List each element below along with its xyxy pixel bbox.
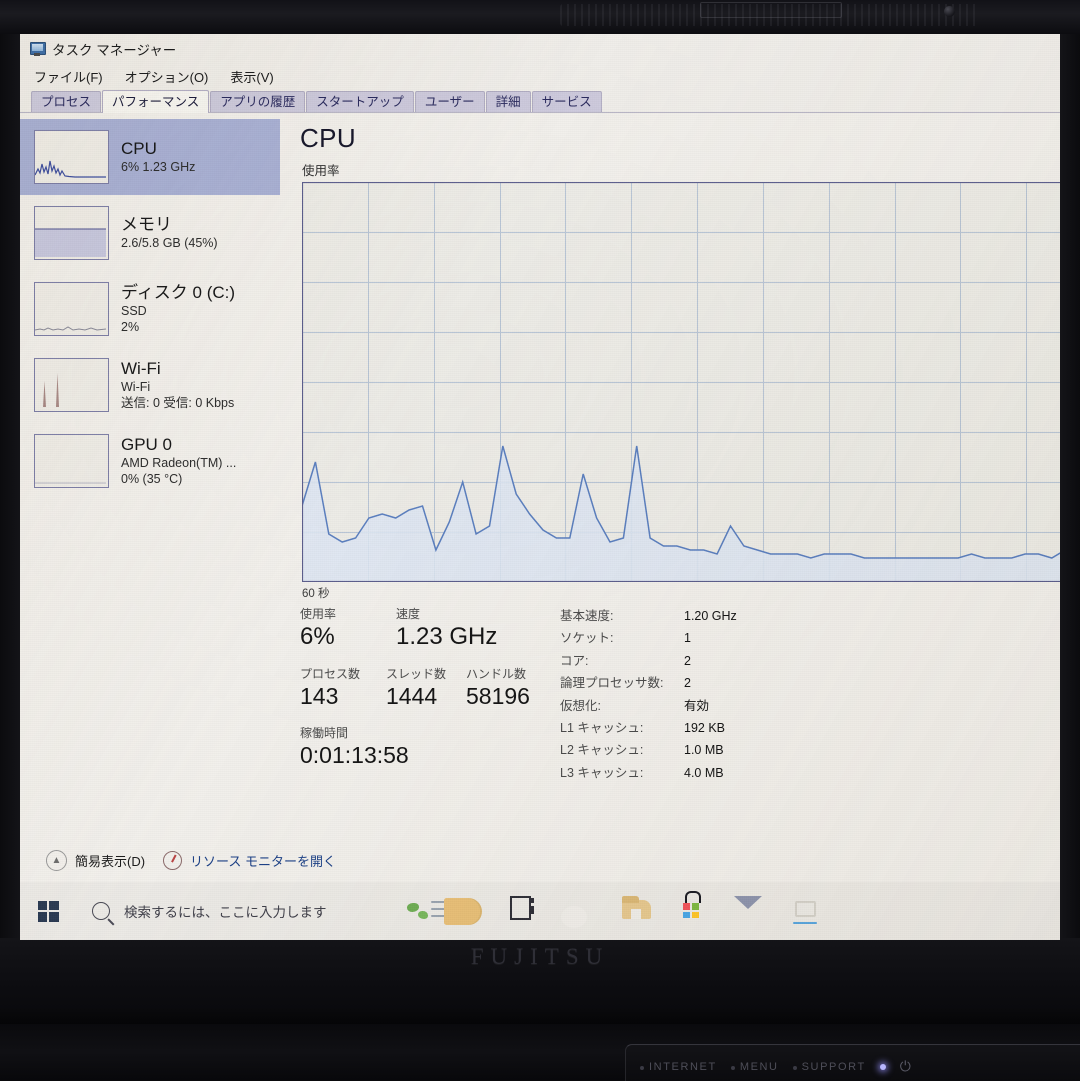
stat-processes: プロセス数 143 bbox=[300, 667, 361, 710]
sidebar-cpu-sub: 6% 1.23 GHz bbox=[121, 159, 196, 174]
window-title: タスク マネージャー bbox=[52, 43, 177, 58]
sidebar-disk-sub2: 2% bbox=[121, 319, 140, 334]
spec-base-speed: 基本速度: 1.20 GHz bbox=[560, 609, 737, 623]
stat-utilization: 使用率 6% bbox=[300, 607, 337, 650]
news-weather-icon[interactable] bbox=[404, 896, 484, 926]
sidebar-disk-title: ディスク 0 (C:) bbox=[121, 282, 236, 302]
tab-details[interactable]: 詳細 bbox=[485, 91, 531, 112]
sidebar-wifi-title: Wi-Fi bbox=[121, 358, 161, 378]
cpu-detail-panel: CPU 使用率 60 秒 使用率 6% 速度 1.23 GHz プロセス数 14… bbox=[292, 113, 1060, 833]
tab-users[interactable]: ユーザー bbox=[414, 91, 485, 112]
laptop-top-bezel bbox=[0, 0, 1080, 34]
sidebar-item-memory[interactable]: メモリ 2.6/5.8 GB (45%) bbox=[20, 195, 280, 271]
hotkey-internet[interactable]: INTERNET bbox=[640, 1061, 717, 1073]
task-view-icon[interactable] bbox=[510, 896, 540, 926]
window-titlebar: タスク マネージャー bbox=[20, 34, 1060, 64]
taskbar-icons bbox=[392, 891, 820, 926]
tab-app-history[interactable]: アプリの履歴 bbox=[210, 91, 306, 112]
cpu-usage-chart-svg bbox=[302, 182, 1060, 582]
sidebar-wifi-sub: Wi-Fi bbox=[121, 379, 151, 394]
hotkey-menu[interactable]: MENU bbox=[730, 1061, 779, 1073]
cpu-spec-list: 基本速度: 1.20 GHz ソケット: 1 コア: 2 論理プロセッサ数: 2 仮想化… bbox=[560, 605, 737, 784]
stat-handles: ハンドル数 58196 bbox=[466, 667, 530, 710]
power-button-icon[interactable]: ⏻ bbox=[900, 1058, 913, 1075]
wifi-mini-graph bbox=[34, 358, 109, 412]
hotkey-support[interactable]: SUPPORT bbox=[792, 1061, 866, 1073]
laptop-screen: タスク マネージャー ファイル(F) オプション(O) 表示(V) プロセス パ… bbox=[20, 34, 1060, 940]
sidebar-memory-title: メモリ bbox=[121, 215, 172, 235]
sidebar-memory-sub: 2.6/5.8 GB (45%) bbox=[121, 235, 218, 250]
menu-options[interactable]: オプション(O) bbox=[125, 67, 209, 86]
cpu-stats-left: 使用率 6% 速度 1.23 GHz プロセス数 143 スレッド数 1444 … bbox=[300, 605, 532, 784]
menu-bar: ファイル(F) オプション(O) 表示(V) bbox=[20, 64, 1060, 89]
tab-performance[interactable]: パフォーマンス bbox=[102, 90, 210, 113]
windows-taskbar: 検索するには、ここに入力します bbox=[20, 882, 1060, 940]
spec-l2-cache: L2 キャッシュ: 1.0 MB bbox=[560, 743, 724, 758]
start-button[interactable] bbox=[20, 900, 76, 922]
menu-view[interactable]: 表示(V) bbox=[230, 67, 273, 86]
resource-sidebar: CPU 6% 1.23 GHz メモリ 2.6/5.8 GB (45%) ディス… bbox=[20, 113, 280, 839]
window-status-bar: ▲ 簡易表示(D) リソース モニターを開く bbox=[20, 837, 1060, 883]
microsoft-store-icon[interactable] bbox=[678, 891, 708, 926]
taskbar-search-box[interactable]: 検索するには、ここに入力します bbox=[76, 901, 392, 921]
spec-logical-processors: 論理プロセッサ数: 2 bbox=[560, 676, 691, 691]
laptop-left-bezel bbox=[0, 34, 20, 940]
sidebar-item-gpu[interactable]: GPU 0 AMD Radeon(TM) ... 0% (35 °C) bbox=[20, 423, 280, 499]
sidebar-item-cpu[interactable]: CPU 6% 1.23 GHz bbox=[20, 119, 280, 195]
spec-l3-cache: L3 キャッシュ: 4.0 MB bbox=[560, 765, 724, 780]
file-explorer-icon[interactable] bbox=[622, 896, 652, 926]
windows-logo-icon bbox=[37, 900, 59, 922]
window-body: CPU 6% 1.23 GHz メモリ 2.6/5.8 GB (45%) ディス… bbox=[20, 113, 1060, 883]
bezel-screw bbox=[944, 6, 955, 17]
menu-file[interactable]: ファイル(F) bbox=[34, 67, 103, 86]
task-manager-window: タスク マネージャー ファイル(F) オプション(O) 表示(V) プロセス パ… bbox=[20, 34, 1060, 883]
spec-sockets: ソケット: 1 bbox=[560, 631, 691, 646]
cpu-mini-graph bbox=[34, 130, 109, 184]
sidebar-item-wifi[interactable]: Wi-Fi Wi-Fi 送信: 0 受信: 0 Kbps bbox=[20, 347, 280, 423]
cpu-stats: 使用率 6% 速度 1.23 GHz プロセス数 143 スレッド数 1444 … bbox=[300, 605, 1060, 784]
page-title: CPU bbox=[300, 123, 357, 153]
bezel-vent-outline bbox=[700, 2, 842, 18]
search-placeholder: 検索するには、ここに入力します bbox=[124, 905, 327, 920]
tab-processes[interactable]: プロセス bbox=[31, 91, 102, 112]
fujitsu-brand-logo: FUJITSU bbox=[470, 944, 610, 969]
laptop-right-bezel bbox=[1060, 34, 1080, 940]
tab-services[interactable]: サービス bbox=[531, 91, 602, 112]
gauge-icon bbox=[163, 850, 183, 870]
disk-mini-graph bbox=[34, 282, 109, 336]
sidebar-disk-sub: SSD bbox=[121, 303, 147, 318]
sidebar-cpu-title: CPU bbox=[121, 139, 157, 159]
chart-time-axis-label: 60 秒 bbox=[302, 588, 330, 600]
power-led bbox=[879, 1063, 886, 1070]
hotkey-labels: INTERNET MENU SUPPORT ⏻ bbox=[640, 1058, 1080, 1075]
stat-uptime: 稼働時間 0:01:13:58 bbox=[300, 726, 409, 769]
chart-caption: 使用率 bbox=[302, 164, 340, 178]
laptop-hinge bbox=[0, 1008, 1080, 1024]
sidebar-gpu-sub: AMD Radeon(TM) ... bbox=[121, 455, 237, 470]
task-manager-icon bbox=[28, 41, 46, 57]
cpu-usage-chart bbox=[302, 182, 1060, 582]
tab-startup[interactable]: スタートアップ bbox=[306, 91, 414, 112]
inactive-app-icon[interactable] bbox=[790, 896, 820, 926]
spec-cores: コア: 2 bbox=[560, 653, 691, 668]
spec-virtualization: 仮想化: 有効 bbox=[560, 698, 710, 713]
edge-icon[interactable] bbox=[566, 896, 596, 926]
simple-view-button[interactable]: ▲ 簡易表示(D) bbox=[46, 849, 145, 871]
tab-strip: プロセス パフォーマンス アプリの履歴 スタートアップ ユーザー 詳細 サービス bbox=[20, 89, 1060, 113]
spec-l1-cache: L1 キャッシュ: 192 KB bbox=[560, 720, 726, 735]
resource-monitor-link[interactable]: リソース モニターを開く bbox=[163, 850, 336, 870]
mail-icon[interactable] bbox=[734, 896, 764, 926]
memory-mini-graph bbox=[34, 206, 109, 260]
stat-speed: 速度 1.23 GHz bbox=[396, 607, 498, 650]
gpu-mini-graph bbox=[34, 434, 109, 488]
stat-threads: スレッド数 1444 bbox=[386, 667, 447, 710]
sidebar-gpu-title: GPU 0 bbox=[121, 434, 173, 454]
sidebar-item-disk[interactable]: ディスク 0 (C:) SSD 2% bbox=[20, 271, 280, 347]
sidebar-gpu-sub2: 0% (35 °C) bbox=[121, 471, 183, 486]
search-icon bbox=[92, 902, 110, 920]
sidebar-wifi-sub2: 送信: 0 受信: 0 Kbps bbox=[121, 395, 235, 410]
chevron-up-icon: ▲ bbox=[46, 849, 67, 871]
